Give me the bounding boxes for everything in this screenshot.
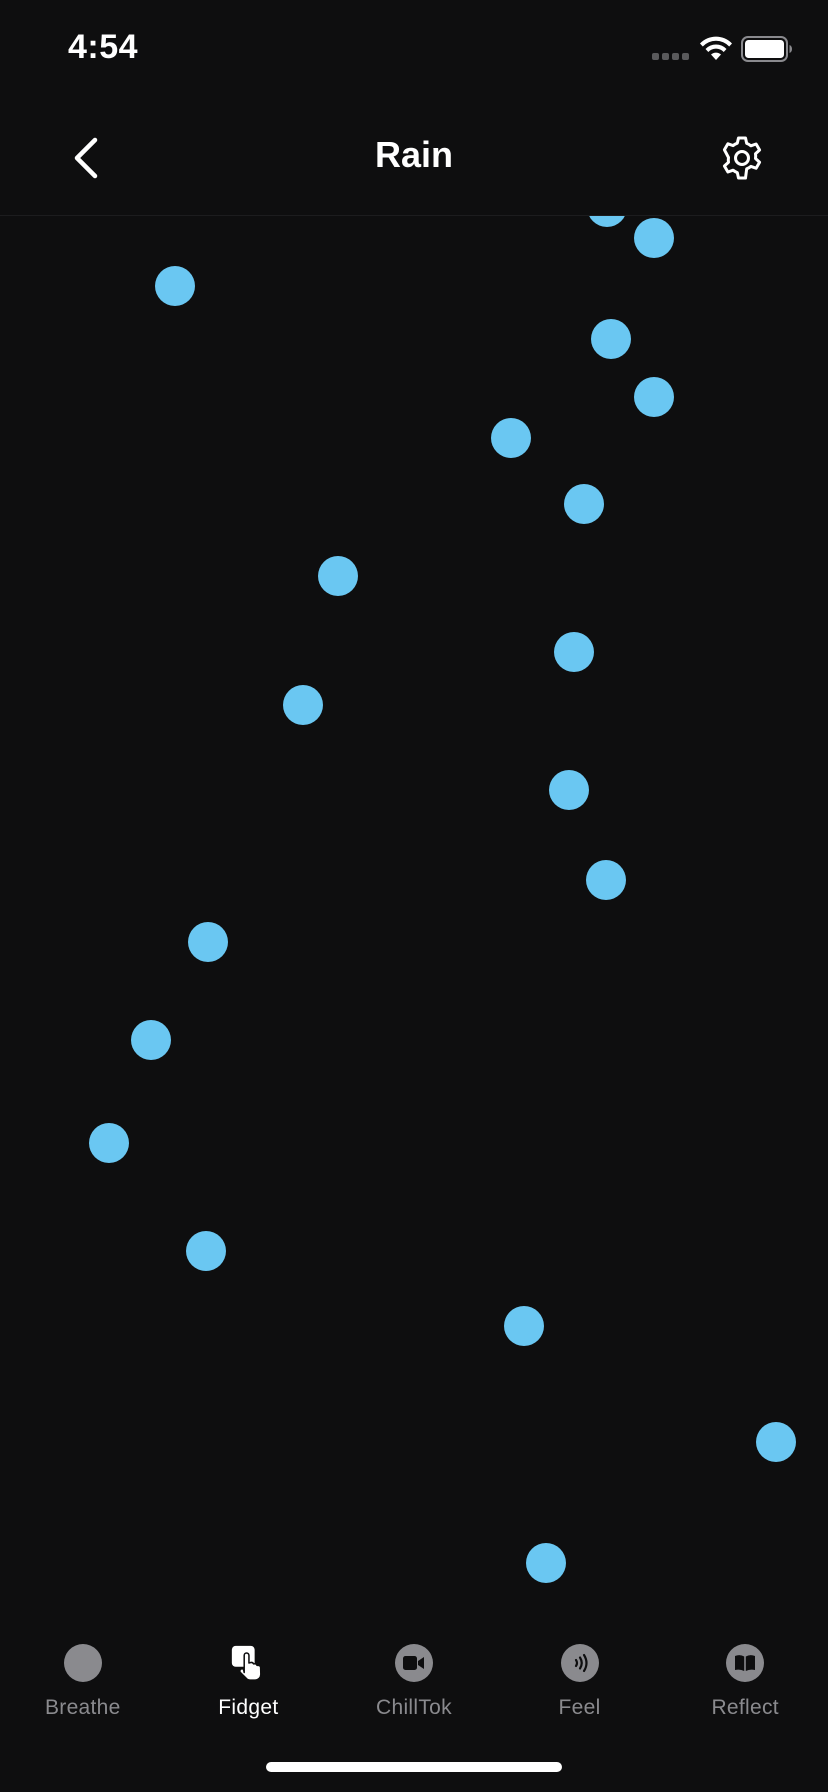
raindrop[interactable] bbox=[587, 215, 627, 227]
raindrop[interactable] bbox=[283, 685, 323, 725]
tab-label: Reflect bbox=[711, 1696, 779, 1719]
tab-bar: Breathe Fidget ChillTok Feel Reflect bbox=[0, 1620, 828, 1740]
tab-label: ChillTok bbox=[376, 1696, 452, 1719]
tab-label: Fidget bbox=[218, 1696, 279, 1719]
circle-icon bbox=[63, 1644, 102, 1682]
raindrop[interactable] bbox=[591, 319, 631, 359]
raindrop[interactable] bbox=[634, 377, 674, 417]
tab-reflect[interactable]: Reflect bbox=[670, 1620, 820, 1740]
raindrop[interactable] bbox=[586, 860, 626, 900]
nav-header: Rain bbox=[0, 100, 828, 216]
rain-canvas[interactable] bbox=[0, 215, 828, 1615]
raindrop[interactable] bbox=[504, 1306, 544, 1346]
haptic-waves-icon bbox=[560, 1644, 599, 1682]
page-title: Rain bbox=[374, 134, 453, 175]
tab-breathe[interactable]: Breathe bbox=[8, 1620, 158, 1740]
signal-dots-icon bbox=[652, 53, 689, 60]
raindrop[interactable] bbox=[89, 1123, 129, 1163]
raindrop[interactable] bbox=[756, 1422, 796, 1462]
tab-chilltok[interactable]: ChillTok bbox=[339, 1620, 489, 1740]
raindrop[interactable] bbox=[186, 1231, 226, 1271]
raindrop[interactable] bbox=[564, 484, 604, 524]
touch-hand-icon bbox=[229, 1644, 267, 1682]
video-camera-icon bbox=[394, 1644, 433, 1682]
raindrop[interactable] bbox=[318, 556, 358, 596]
raindrop[interactable] bbox=[131, 1020, 171, 1060]
tab-feel[interactable]: Feel bbox=[505, 1620, 655, 1740]
gear-icon bbox=[722, 136, 762, 180]
raindrop[interactable] bbox=[491, 418, 531, 458]
raindrop[interactable] bbox=[634, 218, 674, 258]
raindrop[interactable] bbox=[188, 922, 228, 962]
battery-icon bbox=[741, 36, 792, 62]
raindrop[interactable] bbox=[554, 632, 594, 672]
book-icon bbox=[726, 1644, 765, 1682]
raindrop[interactable] bbox=[526, 1543, 566, 1583]
tab-label: Feel bbox=[558, 1696, 601, 1719]
status-time: 4:54 bbox=[68, 28, 139, 66]
status-bar: 4:54 bbox=[0, 0, 828, 100]
tab-fidget[interactable]: Fidget bbox=[173, 1620, 323, 1740]
home-indicator bbox=[266, 1762, 562, 1772]
raindrop[interactable] bbox=[155, 266, 195, 306]
settings-button[interactable] bbox=[712, 128, 772, 188]
tab-label: Breathe bbox=[44, 1696, 121, 1719]
wifi-icon bbox=[700, 36, 732, 60]
raindrop[interactable] bbox=[549, 770, 589, 810]
